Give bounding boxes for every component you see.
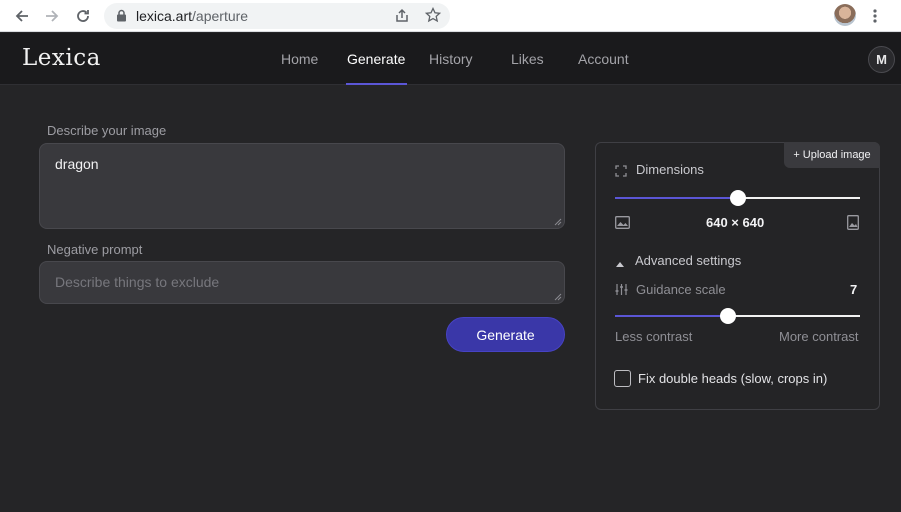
nav-account[interactable]: Account bbox=[578, 51, 629, 67]
nav-history[interactable]: History bbox=[429, 51, 473, 67]
nav-home[interactable]: Home bbox=[281, 51, 318, 67]
dimensions-slider-thumb[interactable] bbox=[729, 190, 746, 206]
sliders-icon bbox=[615, 283, 628, 301]
forward-arrow-icon[interactable] bbox=[41, 5, 63, 27]
more-contrast-label: More contrast bbox=[779, 329, 859, 344]
guidance-slider-fill bbox=[615, 315, 728, 317]
upload-image-button[interactable]: + Upload image bbox=[784, 142, 880, 168]
advanced-settings-label: Advanced settings bbox=[635, 253, 742, 268]
negative-prompt-input[interactable]: Describe things to exclude bbox=[39, 261, 565, 304]
dimensions-slider-fill bbox=[615, 197, 738, 199]
settings-panel: + Upload image bbox=[595, 142, 880, 410]
fix-double-heads-label[interactable]: Fix double heads (slow, crops in) bbox=[638, 371, 827, 386]
advanced-settings-toggle[interactable]: Advanced settings bbox=[615, 253, 755, 269]
fix-double-heads-checkbox[interactable] bbox=[614, 370, 631, 387]
dimensions-slider[interactable] bbox=[615, 190, 860, 206]
prompt-label: Describe your image bbox=[47, 123, 167, 138]
address-bar[interactable]: lexica.art/aperture bbox=[104, 3, 450, 29]
active-tab-indicator bbox=[346, 83, 407, 85]
user-avatar[interactable]: M bbox=[868, 46, 895, 73]
resize-handle-icon[interactable] bbox=[554, 218, 562, 226]
nav-generate[interactable]: Generate bbox=[347, 51, 405, 67]
nav-likes[interactable]: Likes bbox=[511, 51, 544, 67]
dimensions-label: Dimensions bbox=[636, 162, 704, 177]
url-text: lexica.art/aperture bbox=[136, 8, 249, 24]
browser-toolbar: lexica.art/aperture bbox=[0, 0, 901, 32]
negative-prompt-label: Negative prompt bbox=[47, 242, 143, 257]
back-arrow-icon[interactable] bbox=[11, 5, 33, 27]
less-contrast-label: Less contrast bbox=[615, 329, 693, 344]
kebab-menu-icon[interactable] bbox=[864, 5, 886, 27]
dimensions-value: 640 × 640 bbox=[706, 215, 765, 230]
caret-up-icon bbox=[615, 255, 625, 273]
guidance-slider-thumb[interactable] bbox=[719, 308, 736, 324]
generate-button[interactable]: Generate bbox=[446, 317, 565, 352]
reload-icon[interactable] bbox=[72, 5, 94, 27]
app-header: Lexica Home Generate History Likes Accou… bbox=[0, 33, 901, 85]
profile-avatar[interactable] bbox=[834, 4, 856, 26]
share-icon[interactable] bbox=[394, 8, 410, 29]
prompt-input[interactable]: dragon bbox=[39, 143, 565, 229]
star-icon[interactable] bbox=[424, 6, 442, 28]
guidance-scale-value: 7 bbox=[850, 282, 858, 297]
negative-prompt-placeholder: Describe things to exclude bbox=[55, 274, 220, 290]
prompt-text: dragon bbox=[55, 156, 99, 172]
portrait-image-icon[interactable] bbox=[847, 215, 859, 235]
lexica-logo[interactable]: Lexica bbox=[22, 45, 101, 71]
expand-icon bbox=[615, 164, 627, 182]
resize-handle-icon[interactable] bbox=[554, 293, 562, 301]
guidance-scale-label: Guidance scale bbox=[636, 282, 726, 297]
lock-icon bbox=[116, 9, 127, 27]
landscape-image-icon[interactable] bbox=[615, 216, 630, 234]
guidance-scale-slider[interactable] bbox=[615, 308, 860, 324]
